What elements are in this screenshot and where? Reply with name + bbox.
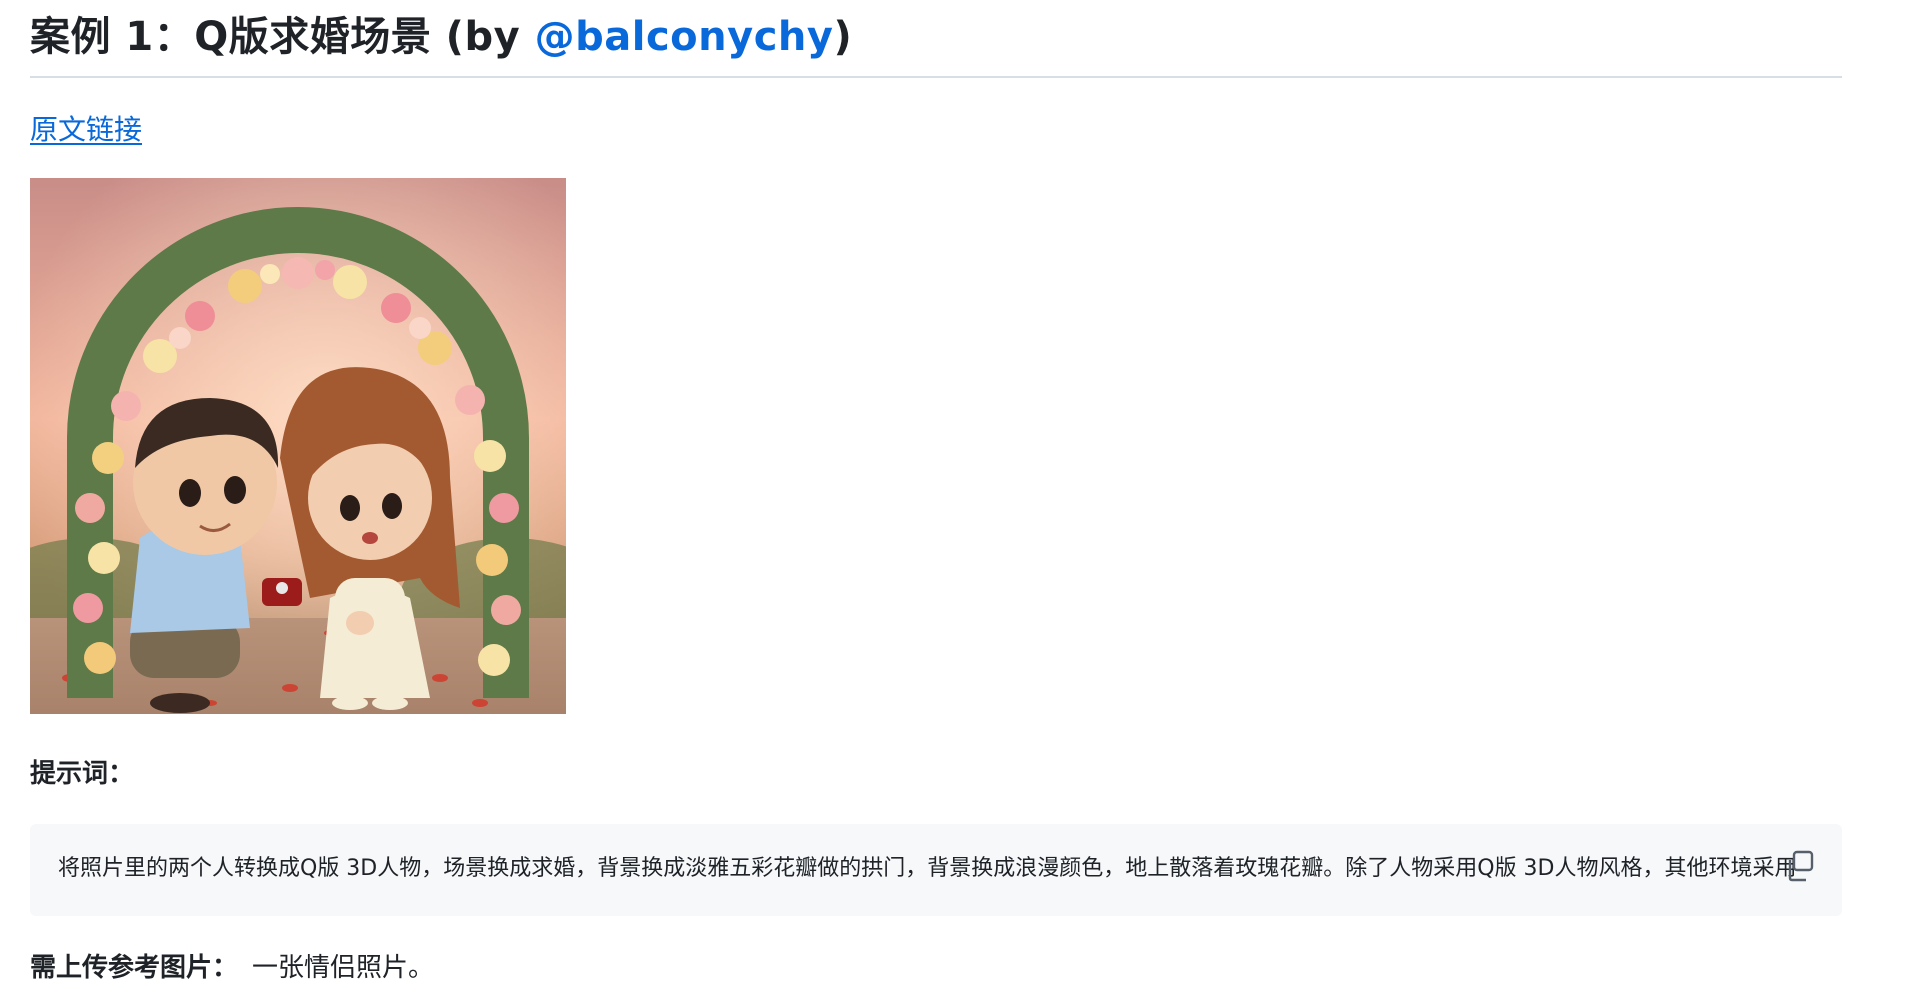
source-link[interactable]: 原文链接 — [30, 110, 142, 150]
page: 案例 1：Q版求婚场景 (by @balconychy) 原文链接 提示词： 将… — [0, 0, 1920, 1002]
prompt-label: 提示词： — [30, 759, 135, 789]
upload-value: 一张情侣照片。 — [252, 953, 435, 983]
prompt-code-block: 将照片里的两个人转换成Q版 3D人物，场景换成求婚，背景换成淡雅五彩花瓣做的拱门… — [30, 824, 1842, 916]
title-prefix: 案例 1：Q版求婚场景 (by — [30, 14, 535, 60]
author-link[interactable]: @balconychy — [535, 14, 834, 60]
page-title: 案例 1：Q版求婚场景 (by @balconychy) — [30, 10, 1842, 64]
proposal-illustration — [30, 178, 566, 714]
upload-line: 需上传参考图片： 一张情侣照片。 — [30, 950, 434, 986]
prompt-text: 将照片里的两个人转换成Q版 3D人物，场景换成求婚，背景换成淡雅五彩花瓣做的拱门… — [58, 856, 1794, 881]
upload-label: 需上传参考图片： — [30, 953, 239, 983]
title-suffix: ) — [833, 14, 853, 60]
copy-icon[interactable] — [1782, 848, 1818, 884]
title-divider — [30, 76, 1842, 78]
